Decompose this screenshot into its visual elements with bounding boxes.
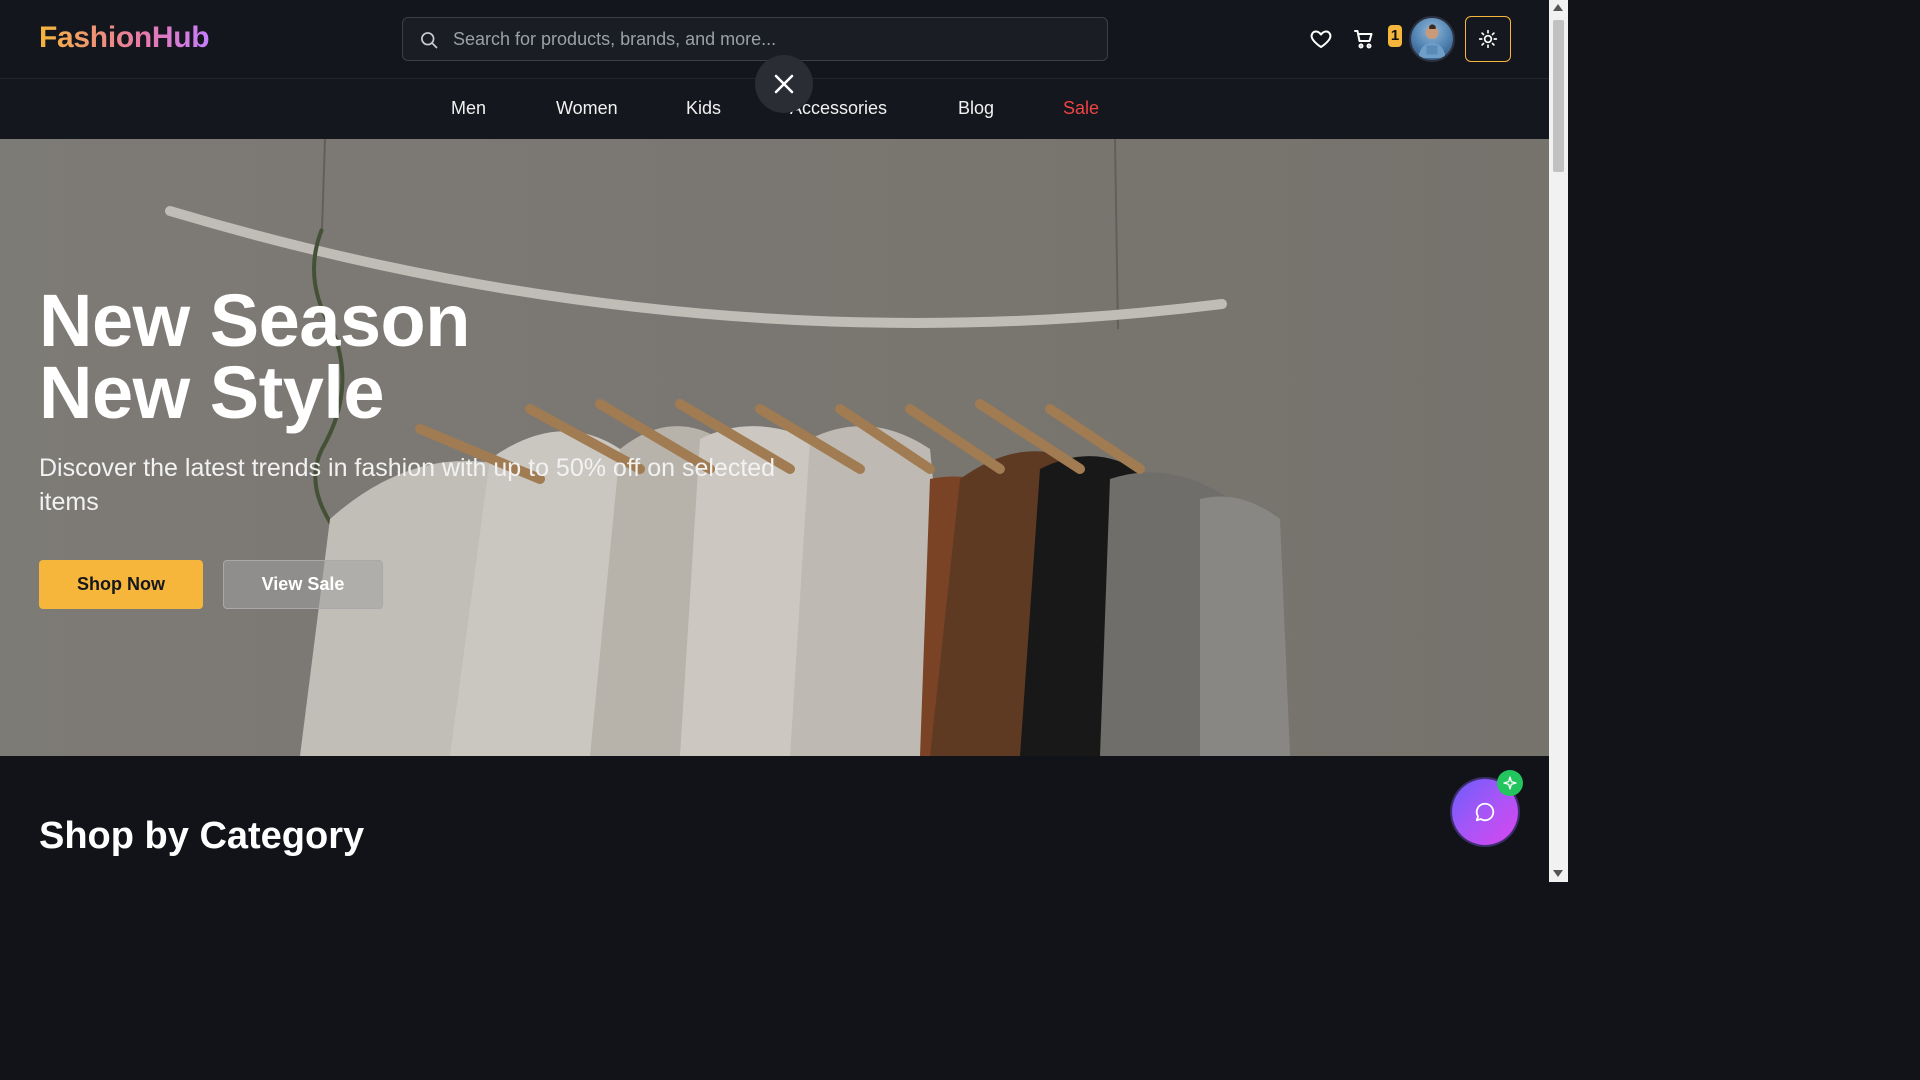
view-sale-button[interactable]: View Sale	[223, 560, 383, 609]
ai-sparkle-badge	[1497, 770, 1523, 796]
scrollbar-thumb[interactable]	[1553, 20, 1564, 172]
nav-item-women[interactable]: Women	[556, 98, 618, 119]
cart-count-badge: 1	[1388, 25, 1402, 47]
nav-item-sale[interactable]: Sale	[1063, 98, 1099, 119]
search-icon	[421, 32, 438, 49]
scroll-down-arrow-icon[interactable]	[1553, 870, 1563, 877]
avatar-image	[1418, 24, 1446, 59]
page: FashionHub 1	[0, 0, 1549, 882]
search-input[interactable]	[453, 18, 1093, 60]
hero-title-line1: New Season	[39, 279, 470, 362]
user-avatar[interactable]	[1409, 16, 1455, 62]
sun-icon	[1478, 29, 1498, 49]
nav-item-men[interactable]: Men	[451, 98, 486, 119]
hero-background-image	[0, 139, 1549, 756]
shop-now-button[interactable]: Shop Now	[39, 560, 203, 609]
nav-item-blog[interactable]: Blog	[958, 98, 994, 119]
search-bar[interactable]	[402, 17, 1108, 61]
heart-icon[interactable]	[1309, 27, 1333, 51]
close-button[interactable]	[755, 55, 813, 113]
close-icon	[774, 74, 794, 94]
logo[interactable]: FashionHub	[39, 21, 210, 55]
sparkle-icon	[1503, 776, 1517, 790]
theme-toggle-button[interactable]	[1465, 16, 1511, 62]
shop-by-category-heading: Shop by Category	[39, 815, 365, 857]
hero-banner: New Season New Style Discover the latest…	[0, 139, 1549, 756]
hero-title-line2: New Style	[39, 351, 385, 434]
page-scrollbar[interactable]	[1549, 0, 1568, 882]
nav-item-kids[interactable]: Kids	[686, 98, 721, 119]
chat-bubble-icon	[1475, 802, 1495, 822]
scroll-up-arrow-icon[interactable]	[1553, 4, 1563, 11]
hero-title: New Season New Style	[39, 279, 470, 434]
cart-icon[interactable]	[1352, 27, 1376, 51]
hero-subtitle: Discover the latest trends in fashion wi…	[39, 454, 776, 516]
